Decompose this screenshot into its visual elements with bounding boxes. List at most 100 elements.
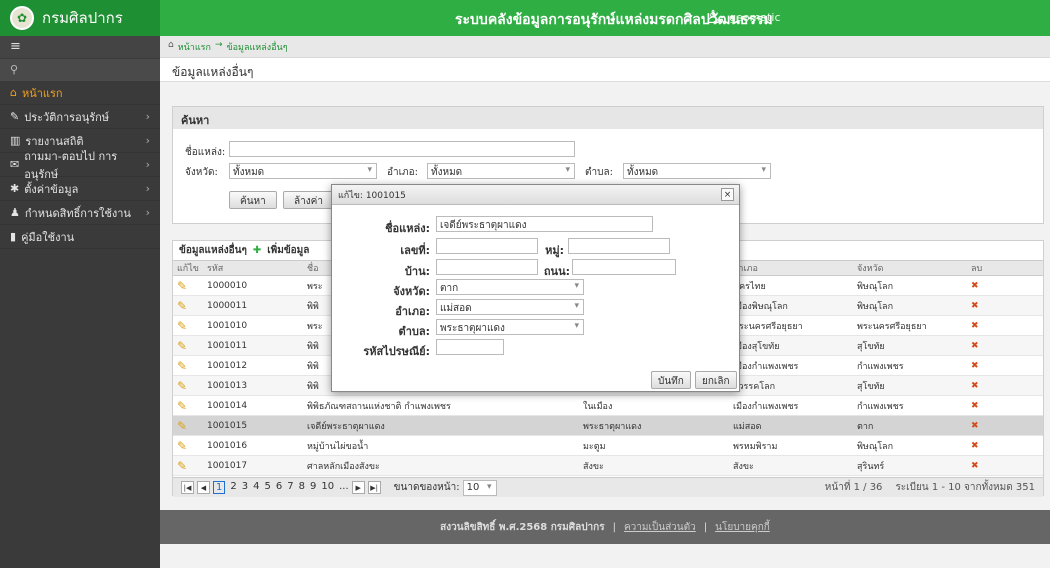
page-link[interactable]: 9	[310, 481, 316, 494]
moo-input[interactable]	[568, 238, 670, 254]
site-name-input[interactable]: เจดีย์พระธาตุผาแดง	[436, 216, 653, 232]
sidebar-item-label: ประวัติการอนุรักษ์	[24, 110, 110, 124]
next-page-icon[interactable]: ▶	[351, 481, 365, 494]
sidebar-search-icon[interactable]: ⚲	[0, 59, 160, 81]
delete-icon[interactable]: ✖	[971, 401, 979, 411]
sidebar-item-3[interactable]: ✉ ถามมา-ตอบไป การอนุรักษ์ ›	[0, 150, 160, 181]
cell-name: หมู่บ้านไผ่ขอน้ำ	[303, 435, 579, 456]
delete-icon[interactable]: ✖	[971, 421, 979, 431]
sidebar-item-label: กำหนดสิทธิ์การใช้งาน	[24, 206, 131, 220]
cell-name: ศาลหลักเมืองสังขะ	[303, 455, 579, 476]
edit-icon[interactable]: ✎	[177, 399, 187, 413]
chevron-right-icon: ›	[145, 182, 150, 195]
page-link[interactable]: 1	[213, 481, 226, 494]
province-select[interactable]: ตาก	[436, 279, 584, 295]
page-link[interactable]: 4	[253, 481, 259, 494]
name-search-input[interactable]	[229, 141, 575, 157]
sidebar-item-6[interactable]: ▮ คู่มือใช้งาน	[0, 225, 160, 249]
house-number-input[interactable]	[436, 238, 538, 254]
sidebar-item-1[interactable]: ✎ ประวัติการอนุรักษ์ ›	[0, 105, 160, 129]
edit-icon[interactable]: ✎	[177, 439, 187, 453]
page-link[interactable]: 10	[321, 481, 334, 494]
page-link[interactable]: 8	[299, 481, 305, 494]
user-menu[interactable]: ♙ geomatic	[705, 7, 781, 28]
district-select[interactable]: แม่สอด	[436, 299, 584, 315]
chart-icon: ▥	[10, 134, 21, 147]
sidebar-item-label: ถามมา-ตอบไป การอนุรักษ์	[24, 149, 118, 181]
delete-icon[interactable]: ✖	[971, 321, 979, 331]
edit-icon[interactable]: ✎	[177, 419, 187, 433]
delete-icon[interactable]: ✖	[971, 361, 979, 371]
road-input[interactable]	[572, 259, 676, 275]
delete-icon[interactable]: ✖	[971, 381, 979, 391]
top-bar: ✿ กรมศิลปากร ระบบคลังข้อมูลการอนุรักษ์แห…	[0, 0, 1050, 36]
close-icon[interactable]: ×	[721, 188, 734, 201]
subdistrict-select[interactable]: พระธาตุผาแดง	[436, 319, 584, 335]
chevron-right-icon: ›	[145, 158, 150, 171]
edit-icon[interactable]: ✎	[177, 459, 187, 473]
book-icon: ▮	[10, 230, 17, 243]
edit-icon[interactable]: ✎	[177, 339, 187, 353]
copyright: สงวนลิขสิทธิ์ พ.ศ.2568 กรมศิลปากร	[440, 521, 605, 533]
breadcrumb-home[interactable]: หน้าแรก	[178, 40, 211, 53]
add-icon[interactable]: ✚	[253, 245, 261, 256]
cell-code: 1001015	[203, 415, 303, 436]
delete-icon[interactable]: ✖	[971, 301, 979, 311]
privacy-link[interactable]: ความเป็นส่วนตัว	[624, 520, 696, 535]
delete-icon[interactable]: ✖	[971, 461, 979, 471]
page-link[interactable]: 2	[230, 481, 236, 494]
cell-province: พระนครศรีอยุธยา	[853, 315, 967, 336]
subdistrict-select[interactable]: ทั้งหมด	[623, 163, 771, 179]
page-link[interactable]: ...	[339, 481, 349, 494]
cell-code: 1001013	[203, 375, 303, 396]
cancel-button[interactable]: ยกเลิก	[695, 371, 737, 389]
prev-page-icon[interactable]: ◀	[197, 481, 210, 494]
edit-icon[interactable]: ✎	[177, 279, 187, 293]
province-select[interactable]: ทั้งหมด	[229, 163, 377, 179]
cell-subdistrict: ในเมือง	[579, 395, 729, 416]
sidebar-item-5[interactable]: ♟ กำหนดสิทธิ์การใช้งาน ›	[0, 201, 160, 225]
brand[interactable]: ✿ กรมศิลปากร	[0, 0, 160, 36]
delete-icon[interactable]: ✖	[971, 341, 979, 351]
cell-district: พรหมพิราม	[729, 435, 853, 456]
edit-icon[interactable]: ✎	[177, 299, 187, 313]
user-icon: ♙	[705, 7, 722, 28]
cookie-policy-link[interactable]: นโยบายคุกกี้	[715, 520, 770, 535]
cell-district: เมืองพิษณุโลก	[729, 295, 853, 316]
save-button[interactable]: บันทึก	[651, 371, 691, 389]
edit-icon[interactable]: ✎	[177, 319, 187, 333]
first-page-icon[interactable]: |◀	[181, 481, 194, 494]
search-button[interactable]: ค้นหา	[229, 191, 277, 209]
page-link[interactable]: 5	[265, 481, 271, 494]
clear-button[interactable]: ล้างค่า	[283, 191, 334, 209]
cell-district: เมืองกำแพงเพชร	[729, 355, 853, 376]
postcode-label: รหัสไปรษณีย์:	[363, 345, 430, 358]
page-size-select[interactable]: 10	[462, 479, 497, 496]
edit-icon[interactable]: ✎	[177, 359, 187, 373]
add-button[interactable]: เพิ่มข้อมูล	[267, 243, 309, 258]
delete-icon[interactable]: ✖	[971, 441, 979, 451]
menu-toggle-icon[interactable]: ≡	[0, 36, 160, 58]
road-label: ถนน:	[543, 265, 570, 278]
page-link[interactable]: 3	[242, 481, 248, 494]
home-icon[interactable]: ⌂	[168, 40, 174, 53]
page-link[interactable]: 6	[276, 481, 282, 494]
cell-code: 1001014	[203, 395, 303, 416]
cell-district: พระนครศรีอยุธยา	[729, 315, 853, 336]
district-select[interactable]: ทั้งหมด	[427, 163, 575, 179]
cell-province: สุโขทัย	[853, 335, 967, 356]
column-header: จังหวัด	[853, 261, 967, 276]
last-page-icon[interactable]: ▶|	[367, 481, 381, 494]
sidebar-item-0[interactable]: ⌂ หน้าแรก	[0, 81, 160, 105]
page-link[interactable]: 7	[287, 481, 293, 494]
table-row: ✎ 1001017 ศาลหลักเมืองสังขะ สังขะ สังขะ สุริน…	[173, 455, 1043, 476]
edit-icon[interactable]: ✎	[177, 379, 187, 393]
site-name-label: ชื่อแหล่ง:	[385, 222, 430, 235]
cell-district: แม่สอด	[729, 415, 853, 436]
cell-province: พิษณุโลก	[853, 275, 967, 296]
table-row: ✎ 1001014 พิพิธภัณฑสถานแห่งชาติ กำแพงเพชรใ…	[173, 395, 1043, 416]
village-input[interactable]	[436, 259, 538, 275]
postcode-input[interactable]	[436, 339, 504, 355]
village-label: บ้าน:	[404, 265, 430, 278]
delete-icon[interactable]: ✖	[971, 281, 979, 291]
